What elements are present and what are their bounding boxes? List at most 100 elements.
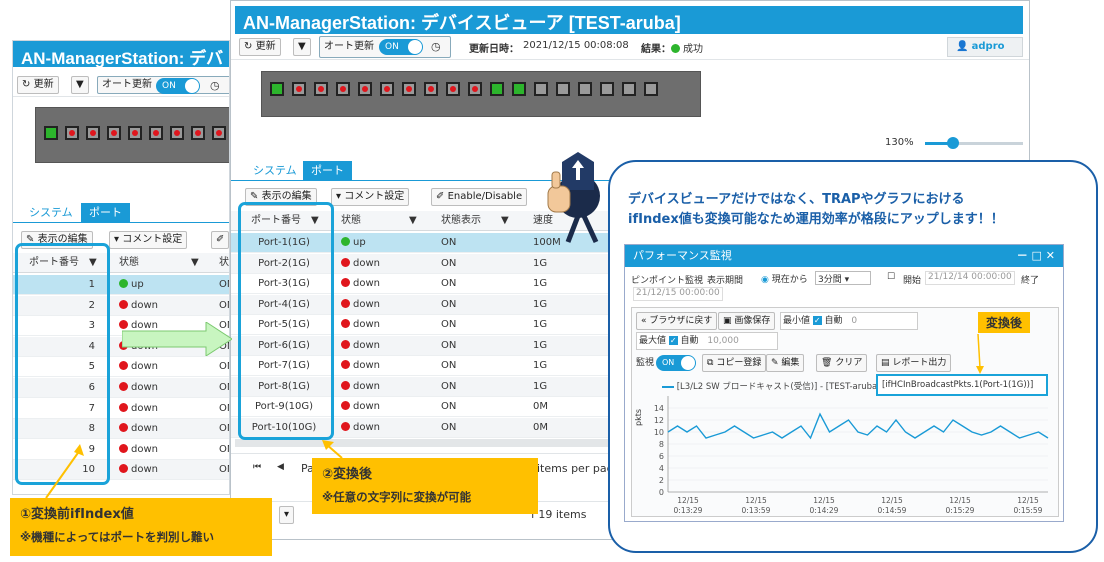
device-port[interactable] [86,126,100,140]
min-auto-checkbox[interactable]: ✓ [812,316,822,325]
device-port[interactable] [424,82,438,96]
tab-system[interactable]: システム [245,161,305,181]
device-port[interactable] [490,82,504,96]
zoom-slider-handle[interactable] [947,137,959,149]
row-state: down [119,460,158,480]
auto-update-toggle[interactable]: ON [379,39,423,55]
device-port[interactable] [600,82,614,96]
from-now-radio[interactable]: ◉ 現在から [761,272,808,285]
user-menu[interactable]: 👤 adpro [947,37,1023,57]
device-port[interactable] [292,82,306,96]
max-auto-checkbox[interactable]: ✓ [668,336,678,345]
device-port[interactable] [556,82,570,96]
status-dot [341,319,350,328]
tab-port[interactable]: ポート [81,203,130,223]
clear-button[interactable]: 🗑 クリア [816,354,868,372]
y-tick-label: 6 [659,452,664,461]
report-button[interactable]: ▤ レポート出力 [876,354,952,372]
device-port[interactable] [107,126,121,140]
device-port[interactable] [336,82,350,96]
page-size-select[interactable]: ▾ [279,506,295,524]
row-state-display: ON [219,299,229,311]
prev-page-button[interactable]: ◀ [277,462,284,472]
device-port[interactable] [270,82,284,96]
device-port[interactable] [170,126,184,140]
window-title: AN-ManagerStation: デバイスビューア [TEST-aruba] [235,6,1023,34]
filter-icon[interactable]: ▼ [409,211,417,231]
status-dot [119,279,128,288]
copy-register-button[interactable]: ⧉ コピー登録 [702,354,767,372]
row-state: down [119,419,158,439]
after-pointer [322,440,343,459]
monitor-group: 監視 [636,358,655,368]
first-page-button[interactable]: ⏮ [253,462,261,472]
zoom-slider[interactable] [925,137,1023,149]
status-dot [119,443,128,453]
back-browser-button[interactable]: « ブラウザに戻す [636,312,718,330]
device-port[interactable] [149,126,163,140]
comment-settings-button[interactable]: ▾ コメント設定 [331,188,410,206]
pinpoint-label: ピンポイント監視 [631,276,704,286]
port-status-dot [48,130,54,136]
port-status-dot [174,130,180,136]
device-port[interactable] [468,82,482,96]
status-dot [341,339,350,349]
col-state-display[interactable]: 状 [219,253,229,273]
row-speed: 1G [533,339,548,351]
auto-update-toggle[interactable]: ON [156,78,200,94]
y-axis-label: pkts [634,408,643,426]
device-port[interactable] [534,82,548,96]
device-port[interactable] [212,126,226,140]
row-state: down [341,254,380,274]
device-port[interactable] [44,126,58,140]
horizontal-scrollbar[interactable] [235,439,615,447]
span-select[interactable]: 3分間 ▾ [815,271,871,285]
wrench-button[interactable]: ✐ [211,231,229,249]
device-port[interactable] [380,82,394,96]
device-port[interactable] [128,126,142,140]
start-checkbox[interactable]: ☐ [887,272,895,282]
tab-port[interactable]: ポート [303,161,352,181]
window-controls[interactable]: － □ ✕ [1017,245,1055,267]
device-port[interactable] [191,126,205,140]
device-port[interactable] [358,82,372,96]
save-image-button[interactable]: ▣ 画像保存 [718,312,776,330]
enable-disable-button[interactable]: ✐ Enable/Disable [431,188,528,206]
perf-inner: « ブラウザに戻す ▣ 画像保存 最小値 ✓ 自動 0 最大値 ✓ 自動 10,… [631,307,1059,517]
row-state: down [119,378,158,398]
filter-icon[interactable]: ▼ [501,211,509,231]
tab-system[interactable]: システム [21,203,81,223]
monitor-toggle[interactable]: ON [656,355,696,371]
col-state-display[interactable]: 状態表示 [441,211,481,231]
x-tick-label: 0:14:59 [878,506,907,515]
col-state[interactable]: 状態 [341,211,361,231]
device-port[interactable] [314,82,328,96]
max-value[interactable]: 10,000 [707,336,739,346]
edit-button[interactable]: ✎ 編集 [766,354,805,372]
refresh-dropdown[interactable]: ▼ [71,76,89,94]
device-port[interactable] [446,82,460,96]
device-port[interactable] [622,82,636,96]
wrench-icon: ✐ [436,191,445,202]
refresh-button[interactable]: ↻ 更新 [239,38,281,56]
col-state[interactable]: 状態 [119,253,139,273]
device-port[interactable] [578,82,592,96]
after-callout-line2: ※任意の文字列に変換が可能 [322,490,472,504]
device-port[interactable] [65,126,79,140]
device-port[interactable] [644,82,658,96]
min-value[interactable]: 0 [851,316,857,326]
refresh-dropdown[interactable]: ▼ [293,38,311,56]
row-state: down [341,397,380,417]
comment-settings-button[interactable]: ▾ コメント設定 [109,231,188,249]
row-state: down [341,336,380,356]
end-field[interactable]: 21/12/15 00:00:00 [633,287,723,301]
clock-icon: ◷ [431,40,441,53]
status-dot [671,44,680,53]
filter-icon[interactable]: ▼ [191,253,199,273]
device-port[interactable] [402,82,416,96]
start-field[interactable]: 21/12/14 00:00:00 [925,271,1015,285]
row-speed: 1G [533,298,548,310]
row-speed: 1G [533,319,548,330]
device-port[interactable] [512,82,526,96]
refresh-button[interactable]: ↻ 更新 [17,76,59,94]
